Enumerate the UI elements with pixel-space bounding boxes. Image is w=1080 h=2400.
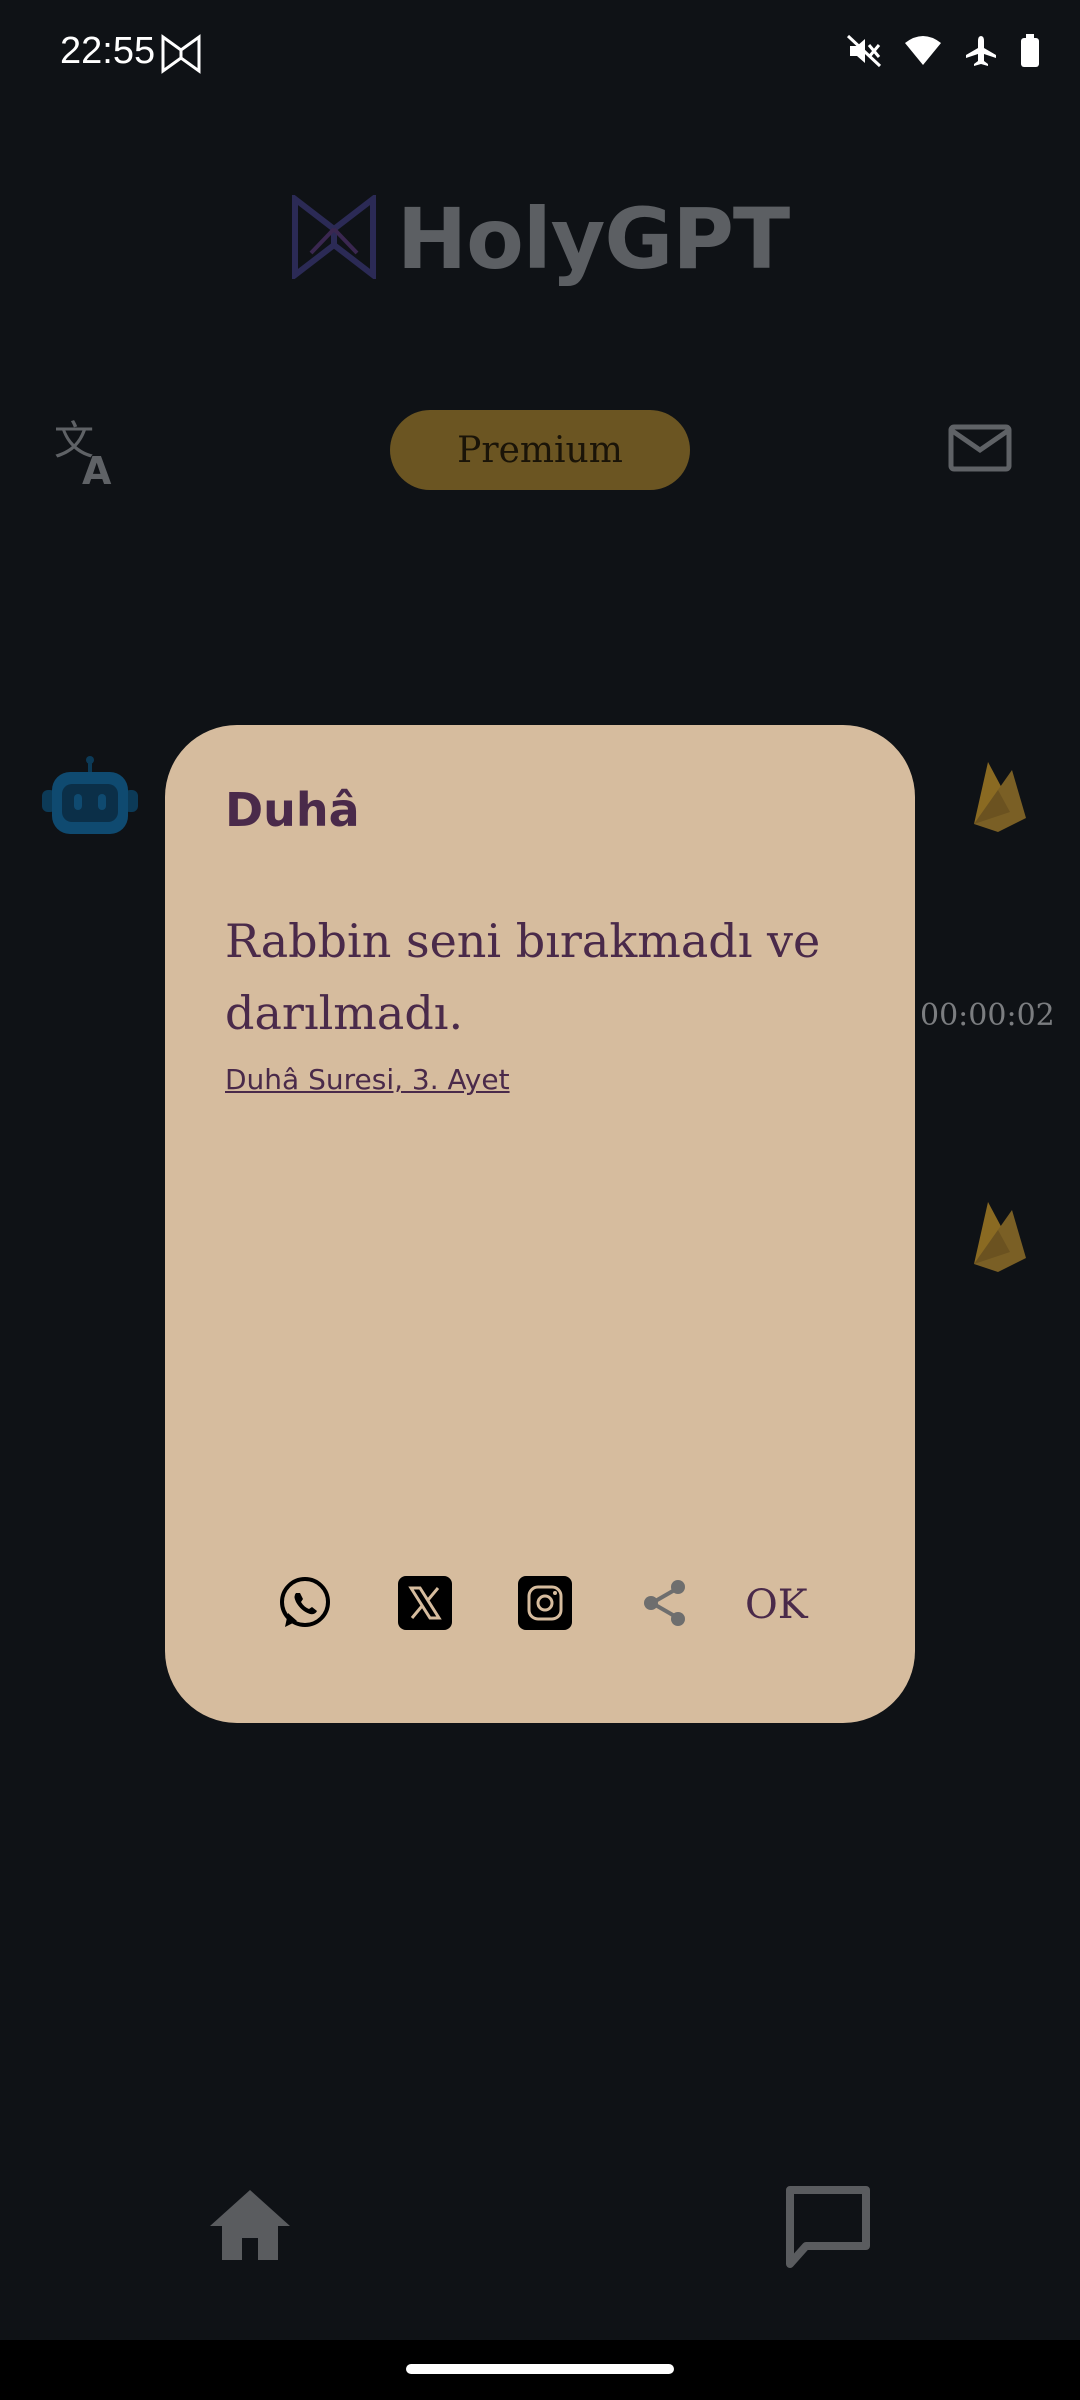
holygpt-status-icon — [160, 34, 202, 79]
svg-text:A: A — [82, 449, 112, 488]
verse-reference-link[interactable]: Duhâ Suresi, 3. Ayet — [225, 1063, 510, 1096]
instagram-share-button[interactable] — [485, 1575, 605, 1635]
translate-icon[interactable]: 文 A — [52, 418, 132, 493]
battery-icon — [1020, 34, 1040, 73]
x-icon — [398, 1575, 452, 1635]
instagram-icon — [518, 1575, 572, 1635]
mail-icon[interactable] — [948, 424, 1012, 477]
airplane-icon — [964, 34, 998, 73]
verse-dialog: Duhâ Rabbin seni bırakmadı ve darılmadı.… — [165, 725, 915, 1723]
verse-text: Rabbin seni bırakmadı ve darılmadı. — [225, 914, 821, 1040]
status-time: 22:55 — [60, 30, 156, 72]
bot-avatar-icon — [40, 756, 140, 847]
firebase-icon — [968, 1196, 1032, 1281]
whatsapp-share-button[interactable] — [245, 1575, 365, 1636]
app-title: HolyGPT — [396, 190, 790, 288]
ok-button[interactable]: OK — [731, 1582, 822, 1628]
firebase-icon — [968, 756, 1032, 841]
nav-home-icon[interactable] — [208, 2188, 292, 2267]
whatsapp-icon — [277, 1575, 333, 1636]
status-icons — [846, 34, 1040, 73]
wifi-icon — [904, 35, 942, 72]
share-icon — [638, 1576, 692, 1635]
home-indicator[interactable] — [406, 2364, 674, 2374]
app-header: HolyGPT — [0, 190, 1080, 288]
dialog-title: Duhâ — [225, 783, 360, 837]
share-button[interactable] — [605, 1577, 725, 1633]
nav-chat-icon[interactable] — [784, 2184, 872, 2275]
holygpt-logo-icon — [291, 192, 377, 284]
chat-timer: 00:00:02 — [920, 998, 1055, 1033]
muted-icon — [846, 34, 882, 73]
premium-button[interactable]: Premium — [390, 410, 690, 490]
x-share-button[interactable] — [365, 1575, 485, 1635]
share-row: OK — [245, 1575, 822, 1636]
